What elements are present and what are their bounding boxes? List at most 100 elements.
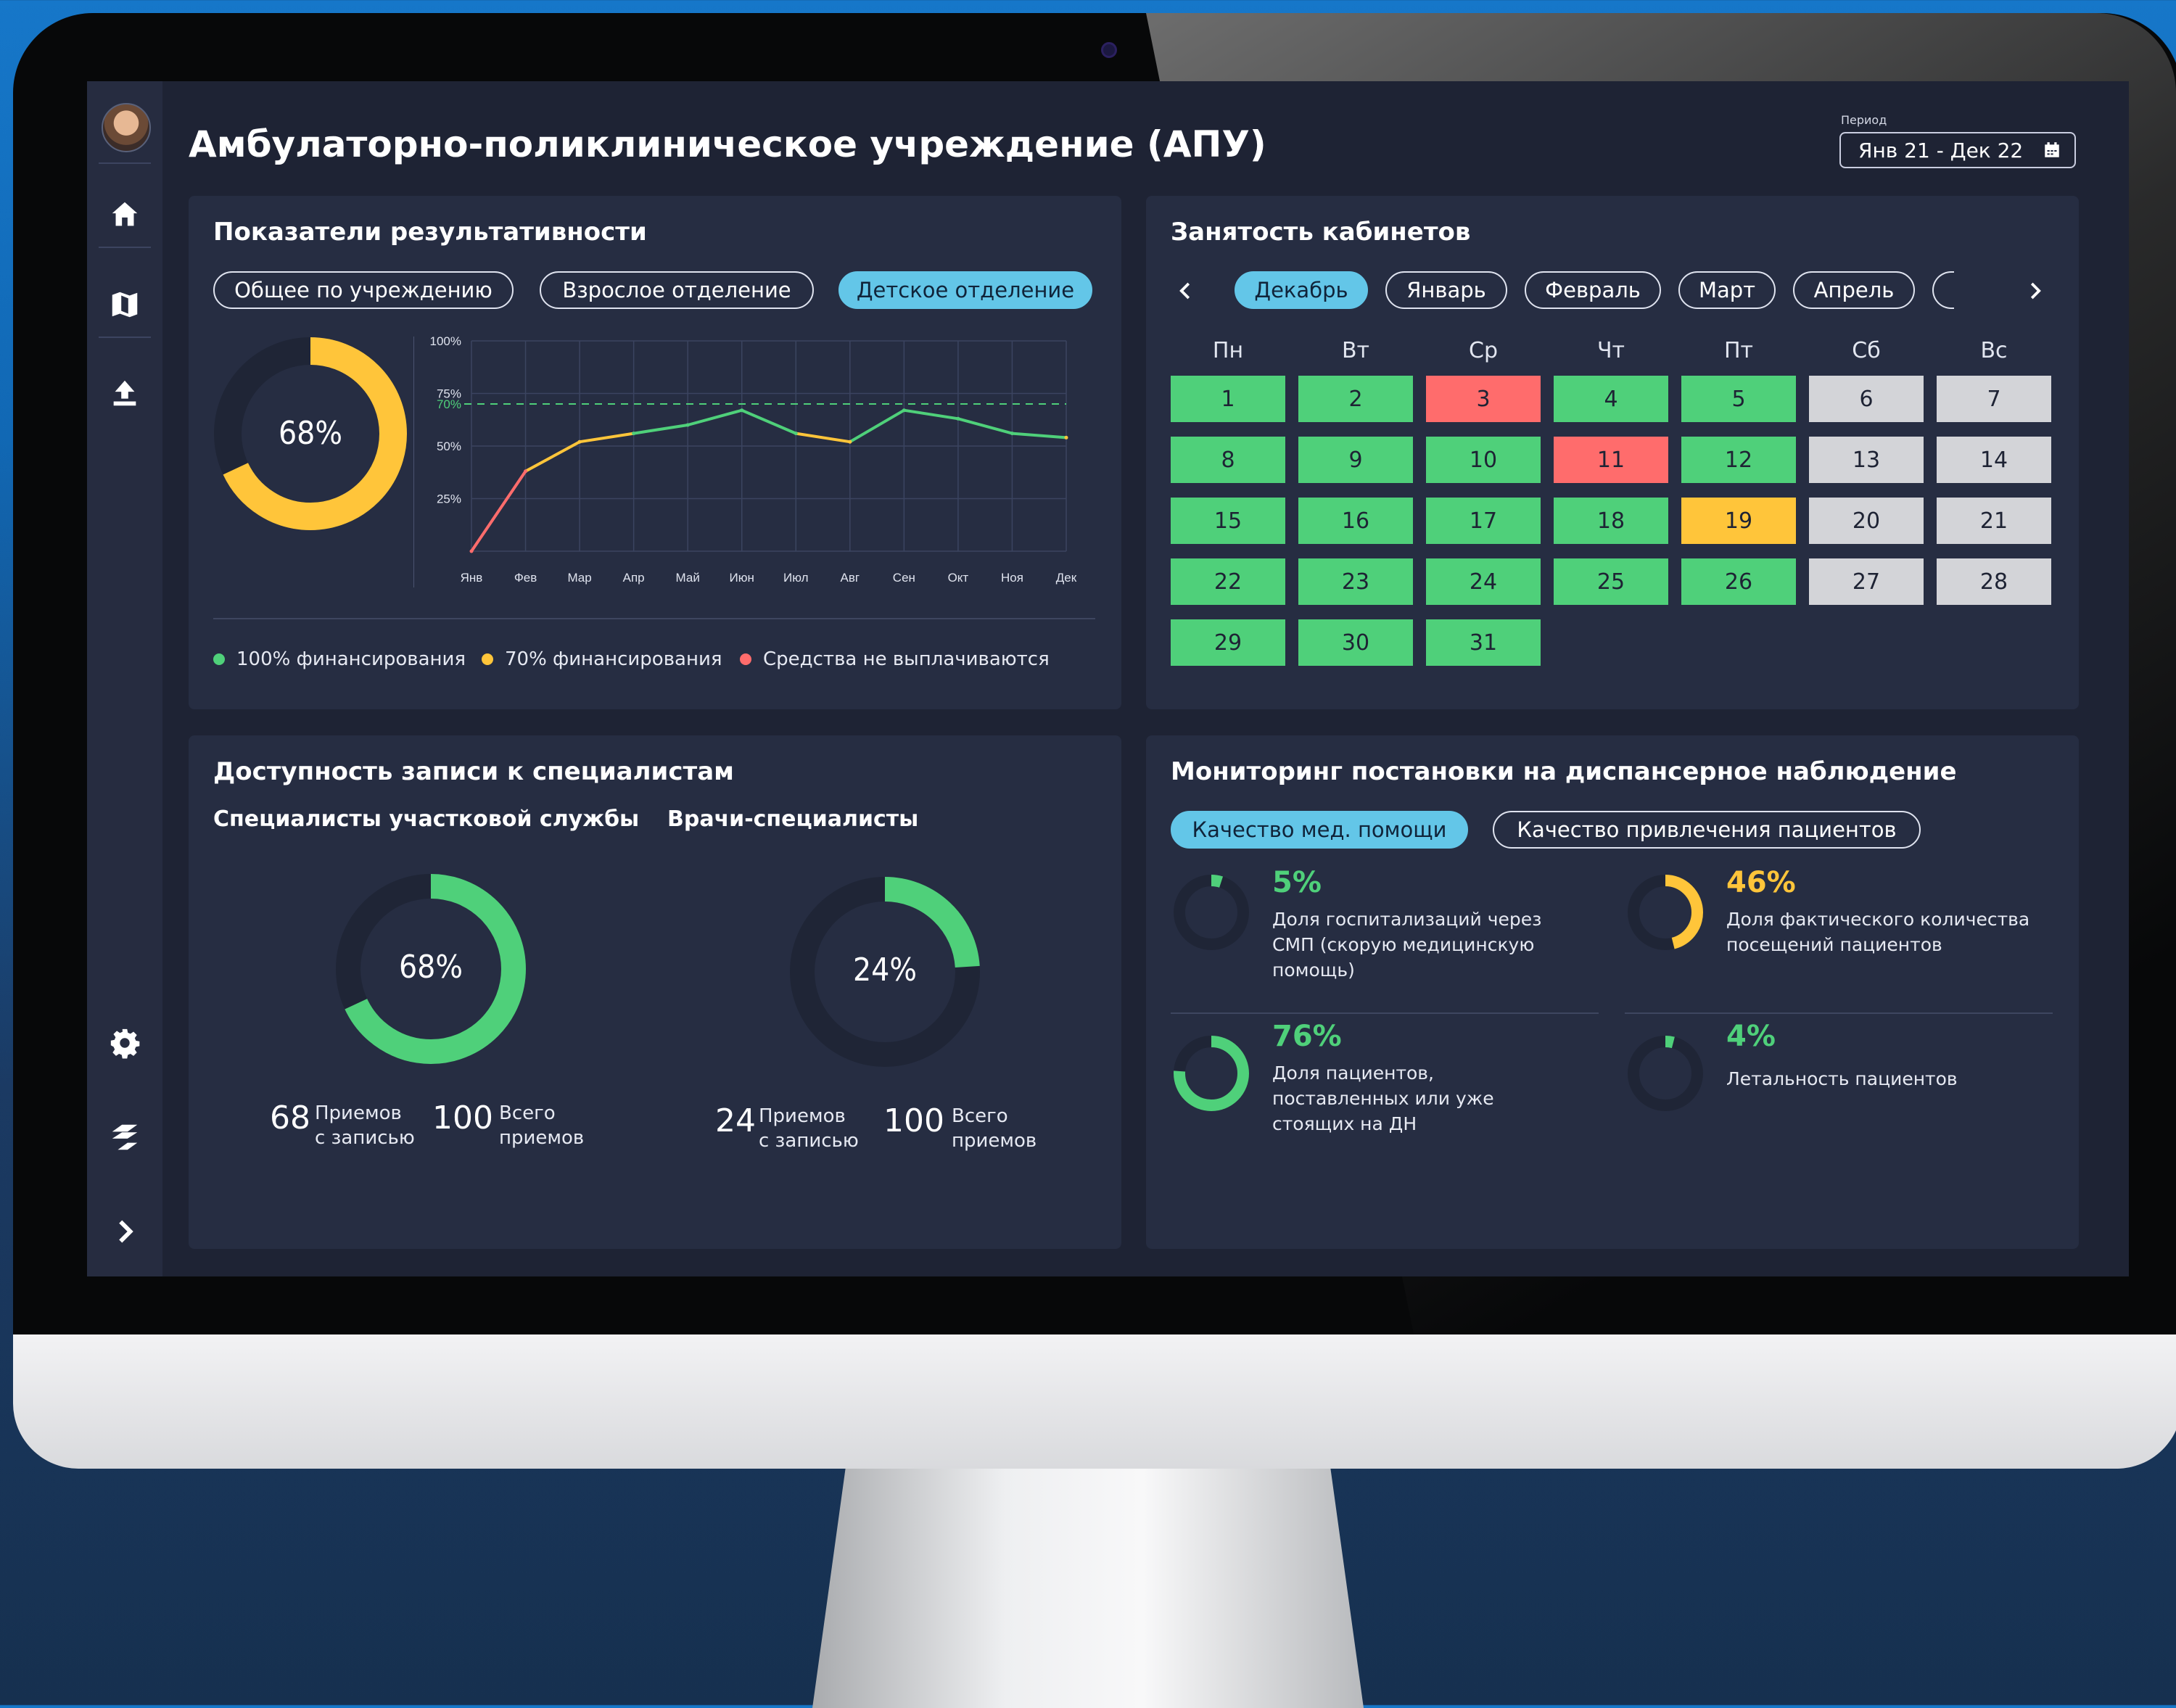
- calendar-day[interactable]: 31: [1426, 619, 1541, 666]
- legend-label: Средства не выплачиваются: [763, 648, 1050, 670]
- calendar-day[interactable]: 18: [1554, 498, 1668, 544]
- x-tick-label: Окт: [948, 571, 969, 585]
- home-icon[interactable]: [103, 193, 147, 236]
- logo-icon[interactable]: [103, 1115, 147, 1159]
- calendar-day[interactable]: 8: [1171, 437, 1285, 483]
- calendar-day[interactable]: 22: [1171, 558, 1285, 605]
- calendar-day[interactable]: 7: [1937, 376, 2051, 422]
- month-feb[interactable]: Февраль: [1525, 271, 1661, 309]
- tab-quality[interactable]: Качество мед. помощи: [1171, 811, 1468, 849]
- calendar-day[interactable]: 1: [1171, 376, 1285, 422]
- legend-dot: [482, 653, 493, 665]
- calendar-day[interactable]: 5: [1681, 376, 1796, 422]
- calendar-day[interactable]: 19: [1681, 498, 1796, 544]
- divider: [99, 337, 151, 338]
- calendar-day[interactable]: 29: [1171, 619, 1285, 666]
- calendar-day[interactable]: 20: [1809, 498, 1924, 544]
- calendar-day[interactable]: 25: [1554, 558, 1668, 605]
- metric-ring-hospitalization: [1174, 875, 1249, 950]
- month-dec[interactable]: Декабрь: [1235, 271, 1368, 309]
- divider: [1625, 1012, 2053, 1014]
- period-label: Период: [1841, 113, 1887, 127]
- total-count: 100: [883, 1102, 944, 1139]
- calendar-day[interactable]: 15: [1171, 498, 1285, 544]
- x-tick-label: Июн: [730, 571, 754, 585]
- period-picker[interactable]: Янв 21 - Дек 22: [1839, 132, 2076, 168]
- chevron-left-icon[interactable]: [1175, 280, 1197, 302]
- ring-track: [1628, 1036, 1703, 1111]
- performance-line-chart: Янв Фев Мар Апр Май Июн Июл Авг Сен Окт Ноя Дек 25% 5…: [413, 334, 1077, 587]
- tab-label: Общее по учреждению: [234, 278, 493, 302]
- tab-label: Качество привлечения пациентов: [1517, 817, 1897, 842]
- data-point: [956, 416, 960, 421]
- monitor-chin: [13, 1334, 2176, 1469]
- line-segment: [956, 417, 1014, 435]
- calendar-day[interactable]: 21: [1937, 498, 2051, 544]
- availability-panel: Доступность записи к специалистам Специа…: [189, 735, 1121, 1249]
- tab-label: Качество мед. помощи: [1192, 817, 1447, 842]
- calendar-day[interactable]: 3: [1426, 376, 1541, 422]
- calendar-day[interactable]: 6: [1809, 376, 1924, 422]
- calendar-day[interactable]: 12: [1681, 437, 1796, 483]
- month-label: Февраль: [1545, 278, 1641, 302]
- avatar[interactable]: [102, 103, 151, 152]
- weekday-label: Пт: [1723, 338, 1754, 363]
- x-tick-label: Мар: [567, 571, 591, 585]
- booked-label: Приемов с записью: [759, 1105, 859, 1152]
- gear-icon[interactable]: [103, 1021, 147, 1065]
- calendar-day[interactable]: 11: [1554, 437, 1668, 483]
- metric-value: 76%: [1272, 1020, 1342, 1053]
- calendar-day[interactable]: 26: [1681, 558, 1796, 605]
- donut-label: 24%: [853, 952, 917, 989]
- data-point: [1010, 432, 1014, 436]
- camera: [1101, 42, 1117, 58]
- calendar-day[interactable]: 16: [1298, 498, 1413, 544]
- data-point: [524, 469, 528, 474]
- line-segment: [902, 408, 960, 421]
- data-point: [632, 432, 636, 436]
- month-label: Декабрь: [1254, 278, 1348, 302]
- month-next-partial[interactable]: [1932, 271, 1954, 309]
- calendar-day[interactable]: 24: [1426, 558, 1541, 605]
- upload-icon[interactable]: [103, 371, 147, 415]
- tab-adult[interactable]: Взрослое отделение: [540, 271, 814, 309]
- tab-general[interactable]: Общее по учреждению: [213, 271, 514, 309]
- weekday-label: Ср: [1469, 338, 1498, 363]
- month-mar[interactable]: Март: [1678, 271, 1776, 309]
- data-point: [740, 408, 744, 413]
- legend-label: 70% финансирования: [505, 648, 722, 670]
- calendar-day[interactable]: 14: [1937, 437, 2051, 483]
- threshold-label: 70%: [437, 397, 461, 411]
- month-apr[interactable]: Апрель: [1793, 271, 1915, 309]
- data-point: [794, 432, 798, 436]
- x-tick-label: Фев: [514, 571, 537, 585]
- page-title: Амбулаторно-поликлиническое учреждение (…: [189, 123, 1266, 165]
- tab-engagement[interactable]: Качество привлечения пациентов: [1493, 811, 1921, 849]
- calendar-day[interactable]: 10: [1426, 437, 1541, 483]
- legend-item-partial: 70% финансирования: [482, 648, 722, 670]
- calendar-day[interactable]: 28: [1937, 558, 2051, 605]
- calendar-day[interactable]: 27: [1809, 558, 1924, 605]
- calendar-day[interactable]: 4: [1554, 376, 1668, 422]
- donut-label: 68%: [279, 415, 342, 452]
- tab-children[interactable]: Детское отделение: [838, 271, 1092, 309]
- divider: [99, 247, 151, 248]
- weekday-label: Вт: [1341, 338, 1370, 363]
- calendar-day[interactable]: 9: [1298, 437, 1413, 483]
- calendar-day[interactable]: 13: [1809, 437, 1924, 483]
- month-jan[interactable]: Январь: [1385, 271, 1507, 309]
- chevron-right-icon[interactable]: [103, 1210, 147, 1253]
- group-title-district: Специалисты участковой службы: [213, 806, 640, 832]
- calendar-day[interactable]: 30: [1298, 619, 1413, 666]
- x-tick-label: Май: [676, 571, 700, 585]
- calendar-day[interactable]: 23: [1298, 558, 1413, 605]
- calendar-day[interactable]: 17: [1426, 498, 1541, 544]
- weekday-label: Чт: [1596, 338, 1625, 363]
- monitor-stand: [812, 1469, 1364, 1708]
- map-icon[interactable]: [103, 283, 147, 326]
- calendar-day[interactable]: 2: [1298, 376, 1413, 422]
- legend-dot: [213, 653, 225, 665]
- panel-title: Доступность записи к специалистам: [213, 757, 734, 786]
- chevron-right-icon[interactable]: [2024, 280, 2045, 302]
- month-label: Январь: [1406, 278, 1486, 302]
